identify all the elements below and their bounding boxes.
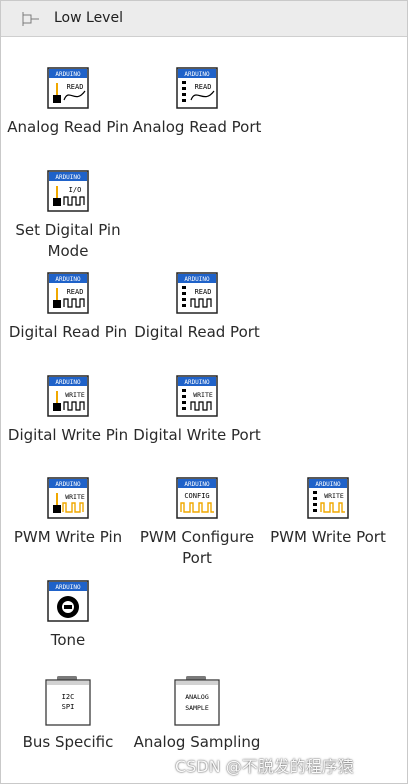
svg-text:I/O: I/O <box>69 186 82 194</box>
item-label: Bus Specific <box>22 733 114 751</box>
item-label: Digital Read Port <box>134 323 260 341</box>
pwm-write-port-icon: ARDUINO WRITE <box>307 477 349 519</box>
analog-read-pin-item[interactable]: ARDUINO READ Analog Read Pin <box>3 67 133 138</box>
svg-text:ARDUINO: ARDUINO <box>55 584 81 591</box>
item-label: Analog Sampling <box>133 733 261 751</box>
svg-text:SAMPLE: SAMPLE <box>185 704 209 712</box>
digital-write-port-item[interactable]: ARDUINO WRITE Digital Write Port <box>132 375 262 446</box>
set-digital-pin-mode-item[interactable]: ARDUINO I/O Set Digital Pin Mode <box>3 170 133 262</box>
pwm-configure-port-icon: ARDUINO CONFIG <box>176 477 218 519</box>
svg-text:READ: READ <box>67 288 84 296</box>
digital-read-port-item[interactable]: ARDUINO READ Digital Read Port <box>132 272 262 343</box>
item-label: Digital Read Pin <box>8 323 128 341</box>
item-label: PWM Write Port <box>270 528 386 546</box>
digital-read-pin-item[interactable]: ARDUINO READ Digital Read Pin <box>3 272 133 343</box>
pwm-write-pin-icon: ARDUINO WRITE <box>47 477 89 519</box>
item-label: Set Digital Pin Mode <box>15 221 121 260</box>
pwm-write-pin-item[interactable]: ARDUINO WRITE PWM Write Pin <box>3 477 133 548</box>
item-label: Analog Read Port <box>132 118 262 136</box>
tone-item[interactable]: ARDUINO Tone <box>3 580 133 651</box>
svg-text:READ: READ <box>67 83 84 91</box>
digital-read-port-icon: ARDUINO READ <box>176 272 218 314</box>
set-digital-pin-mode-icon: ARDUINO I/O <box>47 170 89 212</box>
svg-text:ARDUINO: ARDUINO <box>55 481 81 488</box>
analog-read-pin-icon: ARDUINO READ <box>47 67 89 109</box>
svg-text:ARDUINO: ARDUINO <box>184 481 210 488</box>
analog-read-port-icon: ARDUINO READ <box>176 67 218 109</box>
svg-text:WRITE: WRITE <box>65 391 85 399</box>
svg-text:ARDUINO: ARDUINO <box>55 276 81 283</box>
thumbtack-icon[interactable] <box>21 10 41 28</box>
svg-text:ARDUINO: ARDUINO <box>55 174 81 181</box>
svg-text:READ: READ <box>195 288 212 296</box>
palette-panel: Low Level ARDUINO READ Analog Read Pin A… <box>0 0 408 784</box>
svg-text:ANALOG: ANALOG <box>185 693 209 701</box>
svg-text:I2C: I2C <box>62 693 75 701</box>
svg-text:CONFIG: CONFIG <box>184 492 209 500</box>
svg-text:WRITE: WRITE <box>65 493 85 501</box>
bus-specific-folder[interactable]: I2C SPI Bus Specific <box>3 675 133 753</box>
digital-write-pin-icon: ARDUINO WRITE <box>47 375 89 417</box>
palette-title: Low Level <box>54 10 123 26</box>
tone-icon: ARDUINO <box>47 580 89 622</box>
digital-read-pin-icon: ARDUINO READ <box>47 272 89 314</box>
svg-text:ARDUINO: ARDUINO <box>184 276 210 283</box>
item-label: Tone <box>50 631 86 649</box>
item-label: Digital Write Port <box>133 426 261 444</box>
pwm-write-port-item[interactable]: ARDUINO WRITE PWM Write Port <box>263 477 393 548</box>
svg-text:WRITE: WRITE <box>193 391 213 399</box>
svg-text:ARDUINO: ARDUINO <box>55 71 81 78</box>
svg-text:ARDUINO: ARDUINO <box>184 379 210 386</box>
digital-write-port-icon: ARDUINO WRITE <box>176 375 218 417</box>
digital-write-pin-item[interactable]: ARDUINO WRITE Digital Write Pin <box>3 375 133 446</box>
svg-text:ARDUINO: ARDUINO <box>55 379 81 386</box>
item-label: Digital Write Pin <box>7 426 129 444</box>
item-label: PWM Write Pin <box>13 528 123 546</box>
bus-specific-folder-icon: I2C SPI <box>45 676 91 726</box>
analog-sampling-folder-icon: ANALOG SAMPLE <box>174 676 220 726</box>
analog-read-port-item[interactable]: ARDUINO READ Analog Read Port <box>132 67 262 138</box>
analog-sampling-folder[interactable]: ANALOG SAMPLE Analog Sampling <box>132 675 262 753</box>
item-label: Analog Read Pin <box>7 118 129 136</box>
svg-text:WRITE: WRITE <box>324 492 344 500</box>
svg-text:SPI: SPI <box>62 703 75 711</box>
svg-text:ARDUINO: ARDUINO <box>184 71 210 78</box>
palette-header: Low Level <box>1 1 407 37</box>
svg-text:READ: READ <box>195 83 212 91</box>
svg-text:ARDUINO: ARDUINO <box>315 481 341 488</box>
pwm-configure-port-item[interactable]: ARDUINO CONFIG PWM Configure Port <box>132 477 262 569</box>
watermark: CSDN @不脱发的程序猿 <box>175 757 354 776</box>
item-label: PWM Configure Port <box>139 528 255 567</box>
